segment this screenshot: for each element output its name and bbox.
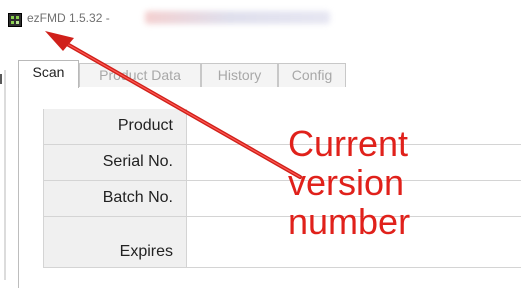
- tab-scan[interactable]: Scan: [18, 60, 79, 88]
- tab-scan-label: Scan: [32, 64, 65, 80]
- arrowhead-icon: [45, 31, 74, 51]
- annotation-text: Current version number: [288, 123, 411, 242]
